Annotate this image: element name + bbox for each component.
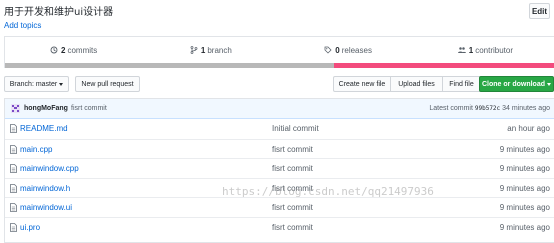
clone-download-button[interactable]: Clone or download (479, 76, 554, 92)
latest-commit-bar: hongMoFang fisrt commit Latest commit 99… (5, 99, 554, 119)
commits-label: commits (67, 45, 98, 55)
repo-header: 用于开发和维护ui设计器 Add topics Edit (4, 3, 554, 33)
repo-summary: 2 commits 1 branch 0 releases 1 contribu… (4, 36, 554, 68)
commit-sha-link[interactable]: 99b572c (475, 105, 500, 112)
file-commit-age: 9 minutes ago (499, 222, 550, 232)
contributors-label: contributor (475, 45, 513, 55)
latest-commit-age: 34 minutes ago (502, 105, 550, 112)
file-commit-message-link[interactable]: fisrt commit (272, 145, 313, 154)
repo-description: 用于开发和维护ui设计器 (4, 7, 114, 18)
latest-commit-info: Latest commit 99b572c 34 minutes ago (429, 105, 550, 112)
upload-files-button[interactable]: Upload files (390, 76, 443, 92)
file-name-link[interactable]: mainwindow.ui (20, 203, 72, 212)
file-table: hongMoFang fisrt commit Latest commit 99… (4, 98, 554, 243)
file-commit-age: an hour ago (507, 124, 550, 133)
clone-download-label: Clone or download (482, 80, 545, 88)
table-row: mainwindow.cpp fisrt commit 9 minutes ago (5, 158, 554, 178)
table-row: mainwindow.ui fisrt commit 9 minutes ago (5, 197, 554, 217)
language-segment-2[interactable] (334, 63, 554, 68)
releases-link[interactable]: 0 releases (280, 37, 417, 63)
file-commit-message-link[interactable]: fisrt commit (272, 223, 313, 232)
avatar[interactable] (11, 104, 20, 113)
file-commit-age: 9 minutes ago (499, 203, 550, 212)
branches-label: branch (207, 45, 232, 55)
contributors-link[interactable]: 1 contributor (417, 37, 554, 63)
branches-count: 1 (200, 45, 206, 55)
chevron-down-icon (547, 82, 551, 86)
file-icon (10, 183, 17, 193)
file-commit-message-link[interactable]: fisrt commit (272, 184, 313, 193)
file-toolbar: Branch: master New pull request Create n… (4, 76, 554, 92)
file-icon (10, 164, 17, 173)
add-topics-link[interactable]: Add topics (4, 21, 41, 30)
branch-icon (190, 46, 198, 54)
branches-link[interactable]: 1 branch (142, 37, 279, 63)
file-icon (10, 144, 17, 154)
history-icon (50, 46, 58, 54)
find-file-button[interactable]: Find file (442, 76, 481, 92)
file-name-link[interactable]: README.md (20, 124, 68, 133)
releases-count: 0 (335, 45, 340, 55)
commits-link[interactable]: 2 commits (5, 37, 142, 63)
commit-message-link[interactable]: fisrt commit (71, 105, 107, 112)
file-name-link[interactable]: mainwindow.h (20, 184, 70, 193)
file-icon (10, 222, 17, 232)
contributors-count: 1 (468, 45, 474, 55)
file-commit-age: 9 minutes ago (499, 164, 550, 173)
file-commit-message-link[interactable]: fisrt commit (272, 203, 313, 212)
language-bar[interactable] (5, 63, 554, 68)
file-commit-message-link[interactable]: fisrt commit (272, 164, 313, 173)
branch-select-button[interactable]: Branch: master (4, 76, 69, 92)
file-name-link[interactable]: main.cpp (20, 145, 52, 154)
commit-author-link[interactable]: hongMoFang (24, 105, 68, 112)
table-row: ui.pro fisrt commit 9 minutes ago (5, 216, 554, 237)
create-new-file-button[interactable]: Create new file (333, 76, 391, 92)
commits-count: 2 (61, 45, 66, 55)
chevron-down-icon (59, 82, 64, 86)
table-row: README.md Initial commit an hour ago (5, 119, 554, 139)
file-name-link[interactable]: mainwindow.cpp (20, 164, 79, 173)
table-row: main.cpp fisrt commit 9 minutes ago (5, 138, 554, 159)
people-icon (457, 47, 466, 53)
branch-select-label: Branch: master (9, 80, 58, 88)
releases-label: releases (341, 45, 372, 55)
latest-commit-prefix: Latest commit (429, 105, 473, 112)
file-commit-message-link[interactable]: Initial commit (272, 124, 319, 133)
table-row: mainwindow.h fisrt commit 9 minutes ago (5, 177, 554, 198)
file-commit-age: 9 minutes ago (499, 183, 550, 193)
tag-icon (324, 46, 332, 54)
file-icon (10, 124, 17, 133)
file-name-link[interactable]: ui.pro (20, 223, 40, 232)
file-commit-age: 9 minutes ago (499, 144, 550, 154)
file-icon (10, 203, 17, 212)
file-list: README.md Initial commit an hour ago main.c… (5, 119, 554, 236)
new-pull-request-button[interactable]: New pull request (75, 76, 140, 92)
language-segment-1[interactable] (5, 63, 335, 68)
edit-button[interactable]: Edit (529, 3, 550, 19)
